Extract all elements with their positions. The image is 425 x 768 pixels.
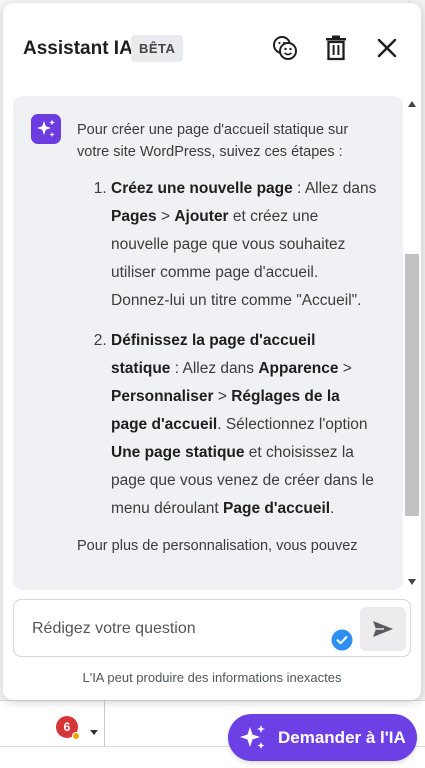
message-continuation: Pour plus de personnalisation, vous pouv… <box>77 538 358 554</box>
ai-disclaimer: L'IA peut produire des informations inex… <box>82 670 342 685</box>
sparkles-icon <box>37 119 55 137</box>
list-item: Créez une nouvelle page : Allez dans Pag… <box>111 175 377 315</box>
question-input[interactable] <box>32 600 322 658</box>
check-icon <box>331 629 353 651</box>
assistant-message: Pour créer une page d'accueil statique s… <box>77 119 377 557</box>
ask-ai-label: Demander à l'IA <box>278 727 406 747</box>
emoji-icon <box>273 36 297 60</box>
caret-down-icon[interactable] <box>90 730 98 735</box>
ask-ai-button[interactable]: Demander à l'IA <box>228 714 417 761</box>
close-icon <box>377 38 397 58</box>
status-dot <box>72 732 80 740</box>
scroll-down-arrow-icon[interactable] <box>408 579 416 585</box>
chat-scrollbar[interactable] <box>404 96 420 590</box>
beta-badge: BÊTA <box>131 35 184 62</box>
question-input-container <box>13 599 411 658</box>
trash-icon <box>326 35 346 61</box>
message-intro: Pour créer une page d'accueil statique s… <box>77 122 349 160</box>
divider <box>104 700 105 746</box>
send-icon <box>373 621 393 637</box>
send-button[interactable] <box>360 607 406 651</box>
chat-message-area[interactable]: Pour créer une page d'accueil statique s… <box>13 96 403 590</box>
delete-conversation-button[interactable] <box>319 31 353 65</box>
scroll-up-arrow-icon[interactable] <box>408 101 416 107</box>
emoji-feedback-button[interactable] <box>268 31 302 65</box>
sparkles-icon <box>240 724 265 749</box>
panel-title: Assistant IA <box>23 38 133 59</box>
close-button[interactable] <box>370 31 404 65</box>
list-item: Définissez la page d'accueil statique : … <box>111 327 377 523</box>
ai-assistant-panel: Assistant IA BÊTA Pour créer une page d'… <box>3 3 421 700</box>
steps-list: Créez une nouvelle page : Allez dans Pag… <box>77 175 377 523</box>
scrollbar-thumb[interactable] <box>405 254 419 516</box>
panel-header: Assistant IA BÊTA <box>3 3 421 93</box>
ai-avatar <box>31 114 61 144</box>
